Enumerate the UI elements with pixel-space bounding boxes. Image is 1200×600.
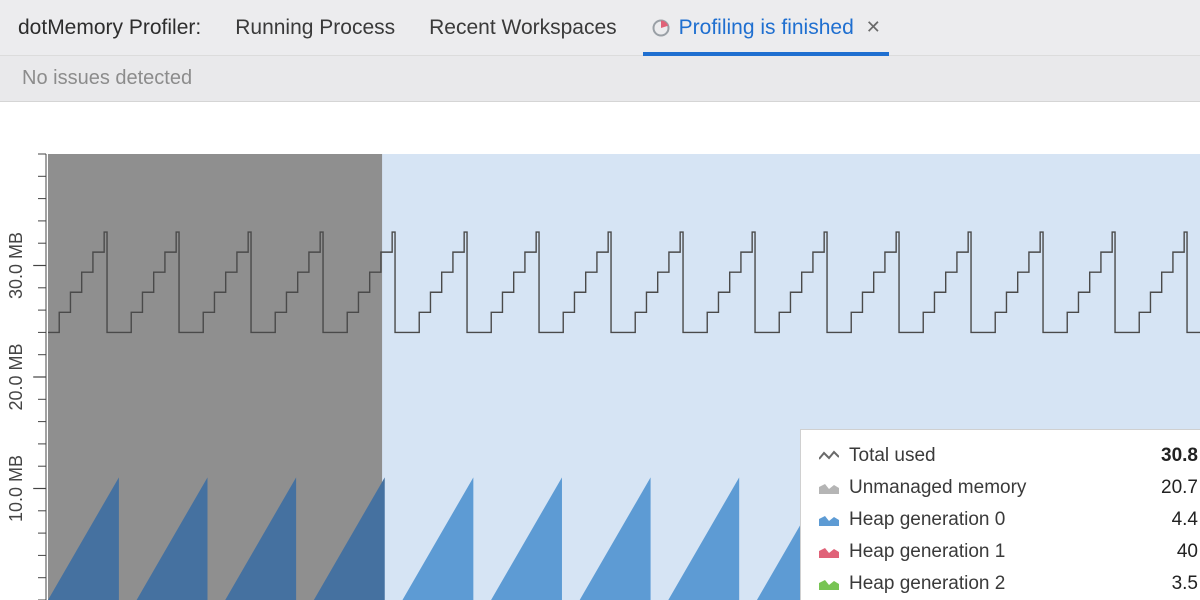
legend-value: 20.7	[1161, 477, 1198, 499]
legend-row-unmanaged[interactable]: Unmanaged memory 20.7	[819, 472, 1198, 504]
legend-value: 4.4	[1172, 509, 1198, 531]
svg-text:20.0 MB: 20.0 MB	[6, 343, 26, 410]
tab-profiling-finished[interactable]: Profiling is finished ✕	[651, 0, 881, 55]
svg-text:30.0 MB: 30.0 MB	[6, 232, 26, 299]
line-series-icon	[819, 448, 839, 464]
profiler-title: dotMemory Profiler:	[18, 16, 201, 40]
legend-row-total-used[interactable]: Total used 30.8	[819, 440, 1198, 472]
legend-label: Heap generation 2	[849, 573, 1162, 595]
issues-bar: No issues detected	[0, 56, 1200, 102]
tab-label: Running Process	[235, 16, 395, 40]
area-series-icon	[819, 480, 839, 496]
tab-label: Profiling is finished	[679, 16, 854, 40]
area-series-icon	[819, 512, 839, 528]
legend-value: 30.8	[1161, 445, 1198, 467]
svg-text:10.0 MB: 10.0 MB	[6, 455, 26, 522]
legend-row-heap2[interactable]: Heap generation 2 3.5	[819, 568, 1198, 600]
area-series-icon	[819, 576, 839, 592]
legend-label: Heap generation 0	[849, 509, 1162, 531]
tab-running-process[interactable]: Running Process	[235, 0, 395, 55]
area-series-icon	[819, 544, 839, 560]
legend-value: 3.5	[1172, 573, 1198, 595]
legend-label: Heap generation 1	[849, 541, 1167, 563]
issues-text: No issues detected	[22, 67, 192, 90]
tab-label: Recent Workspaces	[429, 16, 617, 40]
legend-label: Unmanaged memory	[849, 477, 1151, 499]
legend-row-heap1[interactable]: Heap generation 1 40	[819, 536, 1198, 568]
tab-recent-workspaces[interactable]: Recent Workspaces	[429, 0, 617, 55]
memory-timeline-chart[interactable]: 10.0 MB 20.0 MB 30.0 MB Total used 30.8 Un…	[0, 102, 1200, 600]
tab-bar: dotMemory Profiler: Running Process Rece…	[0, 0, 1200, 56]
progress-ring-icon	[651, 18, 671, 38]
legend-row-heap0[interactable]: Heap generation 0 4.4	[819, 504, 1198, 536]
legend-panel: Total used 30.8 Unmanaged memory 20.7 He…	[800, 429, 1200, 600]
close-icon[interactable]: ✕	[866, 17, 881, 38]
legend-label: Total used	[849, 445, 1151, 467]
legend-value: 40	[1177, 541, 1198, 563]
